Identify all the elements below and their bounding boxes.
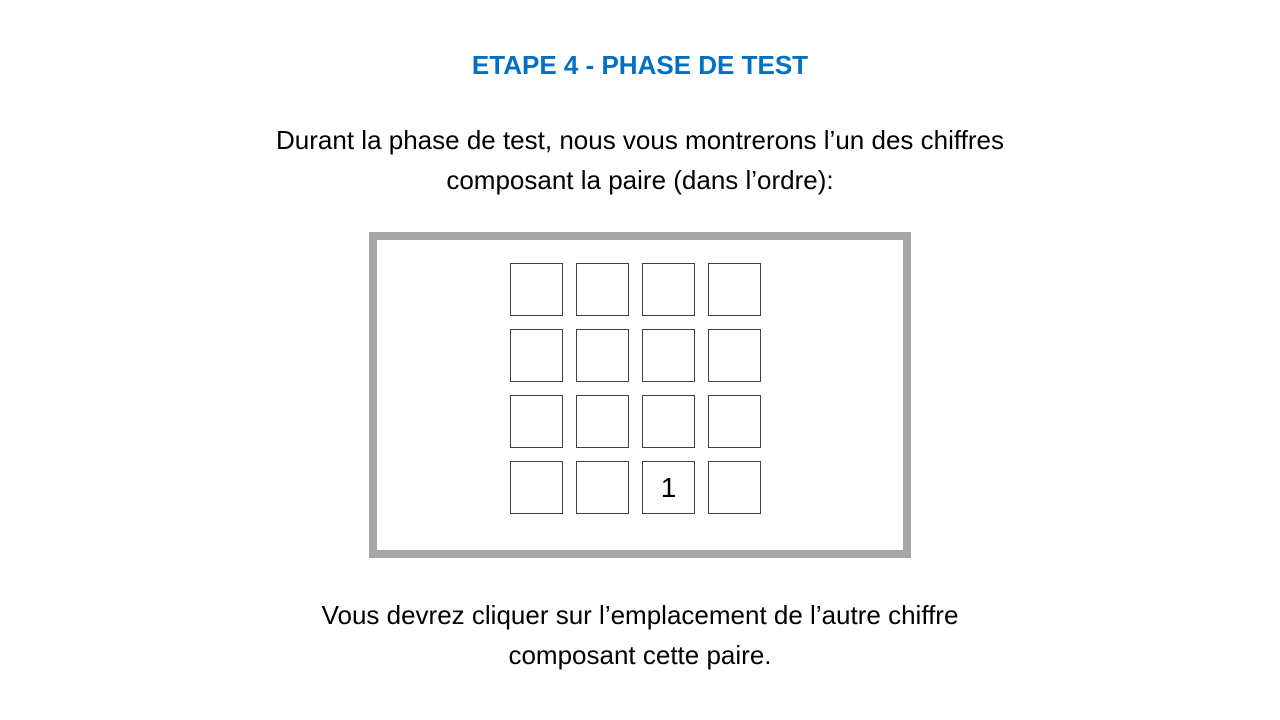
grid-cell[interactable]	[642, 395, 695, 448]
grid-cell[interactable]	[576, 263, 629, 316]
grid-cell[interactable]	[642, 329, 695, 382]
grid-cell[interactable]	[708, 395, 761, 448]
grid-cell[interactable]	[576, 395, 629, 448]
instruction-line-1: Vous devrez cliquer sur l’emplacement de…	[321, 600, 959, 630]
grid-cell[interactable]	[510, 395, 563, 448]
page-title: ETAPE 4 - PHASE DE TEST	[471, 50, 809, 80]
grid-cell[interactable]	[642, 263, 695, 316]
grid-cell[interactable]	[708, 329, 761, 382]
grid-cell[interactable]	[576, 461, 629, 514]
instruction-line-2: composant cette paire.	[508, 640, 772, 670]
intro-line-2: composant la paire (dans l’ordre):	[446, 165, 834, 195]
grid-cell[interactable]	[510, 461, 563, 514]
intro-text: Durant la phase de test, nous vous montr…	[0, 120, 1280, 200]
grid-cell[interactable]	[510, 329, 563, 382]
memory-grid: 1	[510, 263, 761, 514]
intro-line-1: Durant la phase de test, nous vous montr…	[276, 125, 1004, 155]
grid-cell[interactable]	[510, 263, 563, 316]
grid-cell[interactable]	[708, 461, 761, 514]
grid-cell[interactable]	[576, 329, 629, 382]
grid-cell-shown-digit[interactable]: 1	[642, 461, 695, 514]
grid-cell[interactable]	[708, 263, 761, 316]
instruction-text: Vous devrez cliquer sur l’emplacement de…	[0, 595, 1280, 675]
